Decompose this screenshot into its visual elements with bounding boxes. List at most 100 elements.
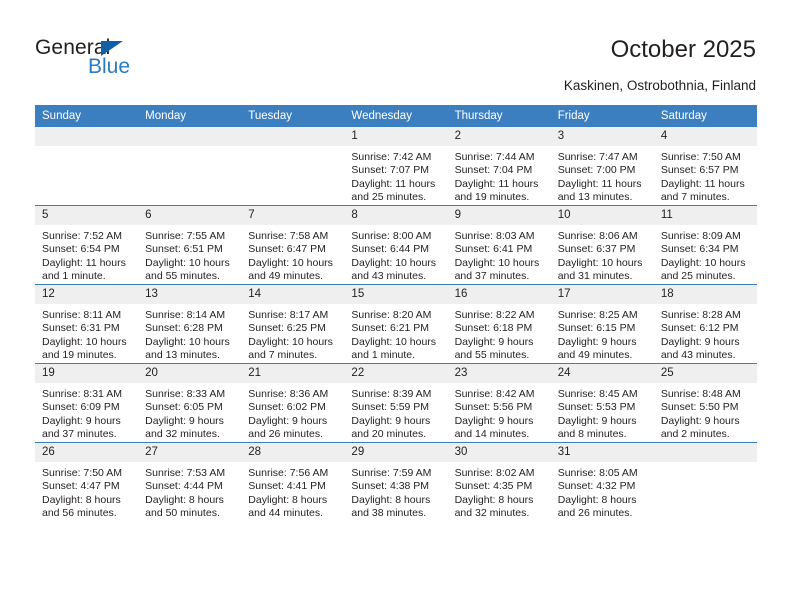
calendar-day-cell[interactable]: 26 Sunrise: 7:50 AM Sunset: 4:47 PM Dayligh…	[35, 442, 139, 521]
day-sunrise-text: Sunrise: 8:45 AM	[557, 388, 638, 400]
day-number: 3	[550, 127, 654, 146]
day-daylight2-text: and 1 minute.	[351, 349, 416, 362]
calendar-day-cell[interactable]: 2 Sunrise: 7:44 AM Sunset: 7:04 PM Daylight…	[447, 127, 551, 206]
day-cell-content: 7 Sunrise: 7:58 AM Sunset: 6:47 PM Daylight…	[241, 206, 345, 284]
calendar-day-cell[interactable]: 31 Sunrise: 8:05 AM Sunset: 4:32 PM Dayligh…	[550, 442, 654, 521]
calendar-day-cell[interactable]	[35, 127, 139, 206]
day-cell-content: 23 Sunrise: 8:42 AM Sunset: 5:56 PM Dayligh…	[447, 364, 551, 442]
day-cell-content	[138, 127, 242, 205]
day-sunrise-text: Sunrise: 7:58 AM	[248, 230, 329, 242]
day-sunset-text: Sunset: 6:47 PM	[248, 243, 326, 256]
day-sunrise-text: Sunrise: 7:59 AM	[351, 467, 432, 479]
calendar-day-cell[interactable]: 30 Sunrise: 8:02 AM Sunset: 4:35 PM Dayligh…	[447, 442, 551, 521]
general-blue-logo[interactable]: General Blue	[35, 36, 215, 84]
day-sunset-text: Sunset: 5:56 PM	[454, 401, 533, 414]
day-number: 4	[653, 127, 757, 146]
day-daylight1-text: Daylight: 10 hours	[145, 335, 230, 348]
day-daylight2-text: and 7 minutes.	[248, 349, 318, 362]
calendar-day-cell[interactable]: 1 Sunrise: 7:42 AM Sunset: 7:07 PM Daylight…	[344, 127, 448, 206]
day-daylight1-text: Daylight: 11 hours	[42, 256, 126, 269]
day-cell-content: 4 Sunrise: 7:50 AM Sunset: 6:57 PM Daylight…	[653, 127, 757, 205]
calendar-day-cell[interactable]: 24 Sunrise: 8:45 AM Sunset: 5:53 PM Dayligh…	[550, 363, 654, 443]
day-sunrise-text: Sunrise: 8:48 AM	[660, 388, 741, 400]
calendar-week-row: 5 Sunrise: 7:52 AM Sunset: 6:54 PM Daylight…	[35, 205, 757, 285]
calendar-day-cell[interactable]: 10 Sunrise: 8:06 AM Sunset: 6:37 PM Dayligh…	[550, 205, 654, 285]
day-daylight2-text: and 26 minutes.	[248, 428, 323, 441]
calendar-day-cell[interactable]: 22 Sunrise: 8:39 AM Sunset: 5:59 PM Dayligh…	[344, 363, 448, 443]
day-daylight1-text: Daylight: 8 hours	[248, 493, 328, 506]
calendar-day-cell[interactable]: 5 Sunrise: 7:52 AM Sunset: 6:54 PM Daylight…	[35, 205, 139, 285]
day-sun-info: Sunrise: 8:28 AM Sunset: 6:12 PM Daylight:…	[654, 304, 757, 363]
day-daylight2-text: and 37 minutes.	[42, 428, 117, 441]
day-sunset-text: Sunset: 4:44 PM	[145, 480, 223, 493]
sunrise-sunset-calendar: Sunday Monday Tuesday Wednesday Thursday…	[35, 105, 757, 521]
day-number: 17	[550, 285, 654, 304]
day-cell-content: 13 Sunrise: 8:14 AM Sunset: 6:28 PM Dayligh…	[138, 285, 242, 363]
day-sunrise-text: Sunrise: 8:11 AM	[42, 309, 122, 321]
day-sunrise-text: Sunrise: 8:03 AM	[454, 230, 535, 242]
calendar-day-cell[interactable]: 8 Sunrise: 8:00 AM Sunset: 6:44 PM Daylight…	[344, 205, 448, 285]
day-number: 20	[138, 364, 242, 383]
day-daylight2-text: and 7 minutes.	[660, 191, 730, 204]
day-cell-content: 17 Sunrise: 8:25 AM Sunset: 6:15 PM Dayligh…	[550, 285, 654, 363]
calendar-day-cell[interactable]: 28 Sunrise: 7:56 AM Sunset: 4:41 PM Dayligh…	[241, 442, 345, 521]
day-sunset-text: Sunset: 6:21 PM	[351, 322, 430, 335]
day-daylight2-text: and 37 minutes.	[454, 270, 530, 283]
day-sunset-text: Sunset: 4:35 PM	[454, 480, 533, 493]
day-sunset-text: Sunset: 7:00 PM	[557, 164, 636, 177]
calendar-day-cell[interactable]	[653, 442, 757, 521]
weekday-header-wednesday: Wednesday	[344, 105, 448, 127]
calendar-day-cell[interactable]: 9 Sunrise: 8:03 AM Sunset: 6:41 PM Daylight…	[447, 205, 551, 285]
calendar-day-cell[interactable]: 25 Sunrise: 8:48 AM Sunset: 5:50 PM Dayligh…	[653, 363, 757, 443]
calendar-day-cell[interactable]: 23 Sunrise: 8:42 AM Sunset: 5:56 PM Dayligh…	[447, 363, 551, 443]
day-daylight2-text: and 25 minutes.	[351, 191, 427, 204]
calendar-day-cell[interactable]: 6 Sunrise: 7:55 AM Sunset: 6:51 PM Daylight…	[138, 205, 242, 285]
day-daylight2-text: and 55 minutes.	[145, 270, 220, 283]
day-number: 16	[447, 285, 551, 304]
calendar-week-row: 1 Sunrise: 7:42 AM Sunset: 7:07 PM Daylight…	[35, 127, 757, 206]
day-number: 5	[35, 206, 139, 225]
calendar-day-cell[interactable]: 21 Sunrise: 8:36 AM Sunset: 6:02 PM Dayligh…	[241, 363, 345, 443]
day-daylight1-text: Daylight: 10 hours	[248, 335, 333, 348]
calendar-day-cell[interactable]: 3 Sunrise: 7:47 AM Sunset: 7:00 PM Daylight…	[550, 127, 654, 206]
day-cell-content: 19 Sunrise: 8:31 AM Sunset: 6:09 PM Dayligh…	[35, 364, 139, 442]
day-sunset-text: Sunset: 4:32 PM	[557, 480, 636, 493]
calendar-day-cell[interactable]: 12 Sunrise: 8:11 AM Sunset: 6:31 PM Dayligh…	[35, 284, 139, 364]
day-cell-content: 26 Sunrise: 7:50 AM Sunset: 4:47 PM Dayligh…	[35, 443, 139, 521]
calendar-day-cell[interactable]	[241, 127, 345, 206]
weekday-header-sunday: Sunday	[35, 105, 139, 127]
calendar-day-cell[interactable]: 19 Sunrise: 8:31 AM Sunset: 6:09 PM Dayligh…	[35, 363, 139, 443]
day-cell-content: 18 Sunrise: 8:28 AM Sunset: 6:12 PM Dayligh…	[653, 285, 757, 363]
calendar-day-cell[interactable]: 7 Sunrise: 7:58 AM Sunset: 6:47 PM Daylight…	[241, 205, 345, 285]
day-sun-info: Sunrise: 8:11 AM Sunset: 6:31 PM Daylight:…	[35, 304, 138, 363]
calendar-day-cell[interactable]: 16 Sunrise: 8:22 AM Sunset: 6:18 PM Dayligh…	[447, 284, 551, 364]
day-cell-content: 27 Sunrise: 7:53 AM Sunset: 4:44 PM Dayligh…	[138, 443, 242, 521]
day-daylight2-text: and 50 minutes.	[145, 507, 220, 520]
day-number: 28	[241, 443, 345, 462]
calendar-day-cell[interactable]: 4 Sunrise: 7:50 AM Sunset: 6:57 PM Daylight…	[653, 127, 757, 206]
calendar-day-cell[interactable]: 17 Sunrise: 8:25 AM Sunset: 6:15 PM Dayligh…	[550, 284, 654, 364]
day-sunrise-text: Sunrise: 8:00 AM	[351, 230, 432, 242]
day-daylight2-text: and 14 minutes.	[454, 428, 530, 441]
day-number: 21	[241, 364, 345, 383]
calendar-day-cell[interactable]	[138, 127, 242, 206]
calendar-day-cell[interactable]: 15 Sunrise: 8:20 AM Sunset: 6:21 PM Dayligh…	[344, 284, 448, 364]
day-daylight1-text: Daylight: 11 hours	[557, 177, 642, 190]
page-header: General Blue October 2025 Kaskinen, Ostr…	[0, 0, 792, 104]
day-daylight1-text: Daylight: 9 hours	[660, 335, 740, 348]
calendar-day-cell[interactable]: 13 Sunrise: 8:14 AM Sunset: 6:28 PM Dayligh…	[138, 284, 242, 364]
day-cell-content: 30 Sunrise: 8:02 AM Sunset: 4:35 PM Dayligh…	[447, 443, 551, 521]
day-daylight1-text: Daylight: 10 hours	[248, 256, 333, 269]
calendar-day-cell[interactable]: 20 Sunrise: 8:33 AM Sunset: 6:05 PM Dayligh…	[138, 363, 242, 443]
calendar-day-cell[interactable]: 14 Sunrise: 8:17 AM Sunset: 6:25 PM Dayligh…	[241, 284, 345, 364]
day-number	[653, 443, 757, 462]
day-sunset-text: Sunset: 6:25 PM	[248, 322, 326, 335]
day-sunrise-text: Sunrise: 7:44 AM	[454, 151, 535, 163]
weekday-header-thursday: Thursday	[447, 105, 551, 127]
calendar-day-cell[interactable]: 29 Sunrise: 7:59 AM Sunset: 4:38 PM Dayligh…	[344, 442, 448, 521]
calendar-day-cell[interactable]: 18 Sunrise: 8:28 AM Sunset: 6:12 PM Dayligh…	[653, 284, 757, 364]
calendar-day-cell[interactable]: 11 Sunrise: 8:09 AM Sunset: 6:34 PM Dayligh…	[653, 205, 757, 285]
calendar-day-cell[interactable]: 27 Sunrise: 7:53 AM Sunset: 4:44 PM Dayligh…	[138, 442, 242, 521]
weekday-header-row: Sunday Monday Tuesday Wednesday Thursday…	[35, 105, 757, 127]
day-daylight1-text: Daylight: 10 hours	[42, 335, 127, 348]
